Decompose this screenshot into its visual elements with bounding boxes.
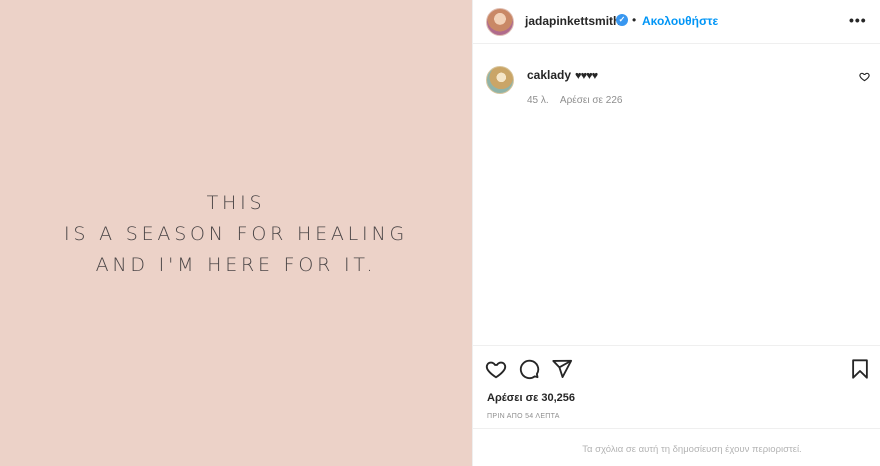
more-options-icon[interactable]: ••• — [849, 12, 867, 28]
comment-likes[interactable]: Αρέσει σε 226 — [560, 95, 623, 106]
comment-age[interactable]: 45 λ. — [527, 95, 549, 106]
post-image-text-line: THIS — [206, 192, 266, 214]
bookmark-icon[interactable] — [849, 358, 871, 380]
post-actions-bar — [473, 345, 880, 389]
heart-icon[interactable] — [485, 358, 507, 380]
post-side-panel: jadapinkettsmith ✓ • Ακολουθήστε ••• cak… — [472, 0, 880, 466]
comment-username[interactable]: caklady — [527, 68, 571, 82]
commenter-avatar[interactable] — [486, 66, 514, 94]
verified-badge-icon: ✓ — [616, 14, 628, 26]
post-likes-count[interactable]: Αρέσει σε 30,256 — [487, 392, 575, 404]
post-header: jadapinkettsmith ✓ • Ακολουθήστε ••• — [473, 0, 880, 44]
comment-like-heart-icon[interactable] — [859, 71, 870, 82]
comment-icon[interactable] — [518, 358, 540, 380]
owner-username[interactable]: jadapinkettsmith — [525, 14, 620, 28]
comments-limited-notice: Τα σχόλια σε αυτή τη δημοσίευση έχουν πε… — [473, 428, 880, 466]
post-image-text-line: IS A SEASON FOR HEALING — [63, 223, 408, 245]
follow-button[interactable]: Ακολουθήστε — [642, 14, 718, 28]
post-image-text-line: AND I'M HERE FOR IT. — [95, 254, 377, 276]
owner-avatar[interactable] — [486, 8, 514, 36]
comment: caklady ♥♥♥♥ — [527, 68, 598, 82]
comment-body: ♥♥♥♥ — [575, 70, 598, 82]
comments-list: caklady ♥♥♥♥ 45 λ. Αρέσει σε 226 — [473, 45, 880, 345]
post-image: THIS IS A SEASON FOR HEALING AND I'M HER… — [0, 0, 472, 466]
paper-plane-icon[interactable] — [551, 358, 573, 380]
header-separator: • — [632, 13, 637, 27]
post-timestamp[interactable]: ΠΡΙΝ ΑΠΟ 54 ΛΕΠΤΑ — [487, 413, 560, 420]
comment-meta: 45 λ. Αρέσει σε 226 — [527, 95, 631, 106]
